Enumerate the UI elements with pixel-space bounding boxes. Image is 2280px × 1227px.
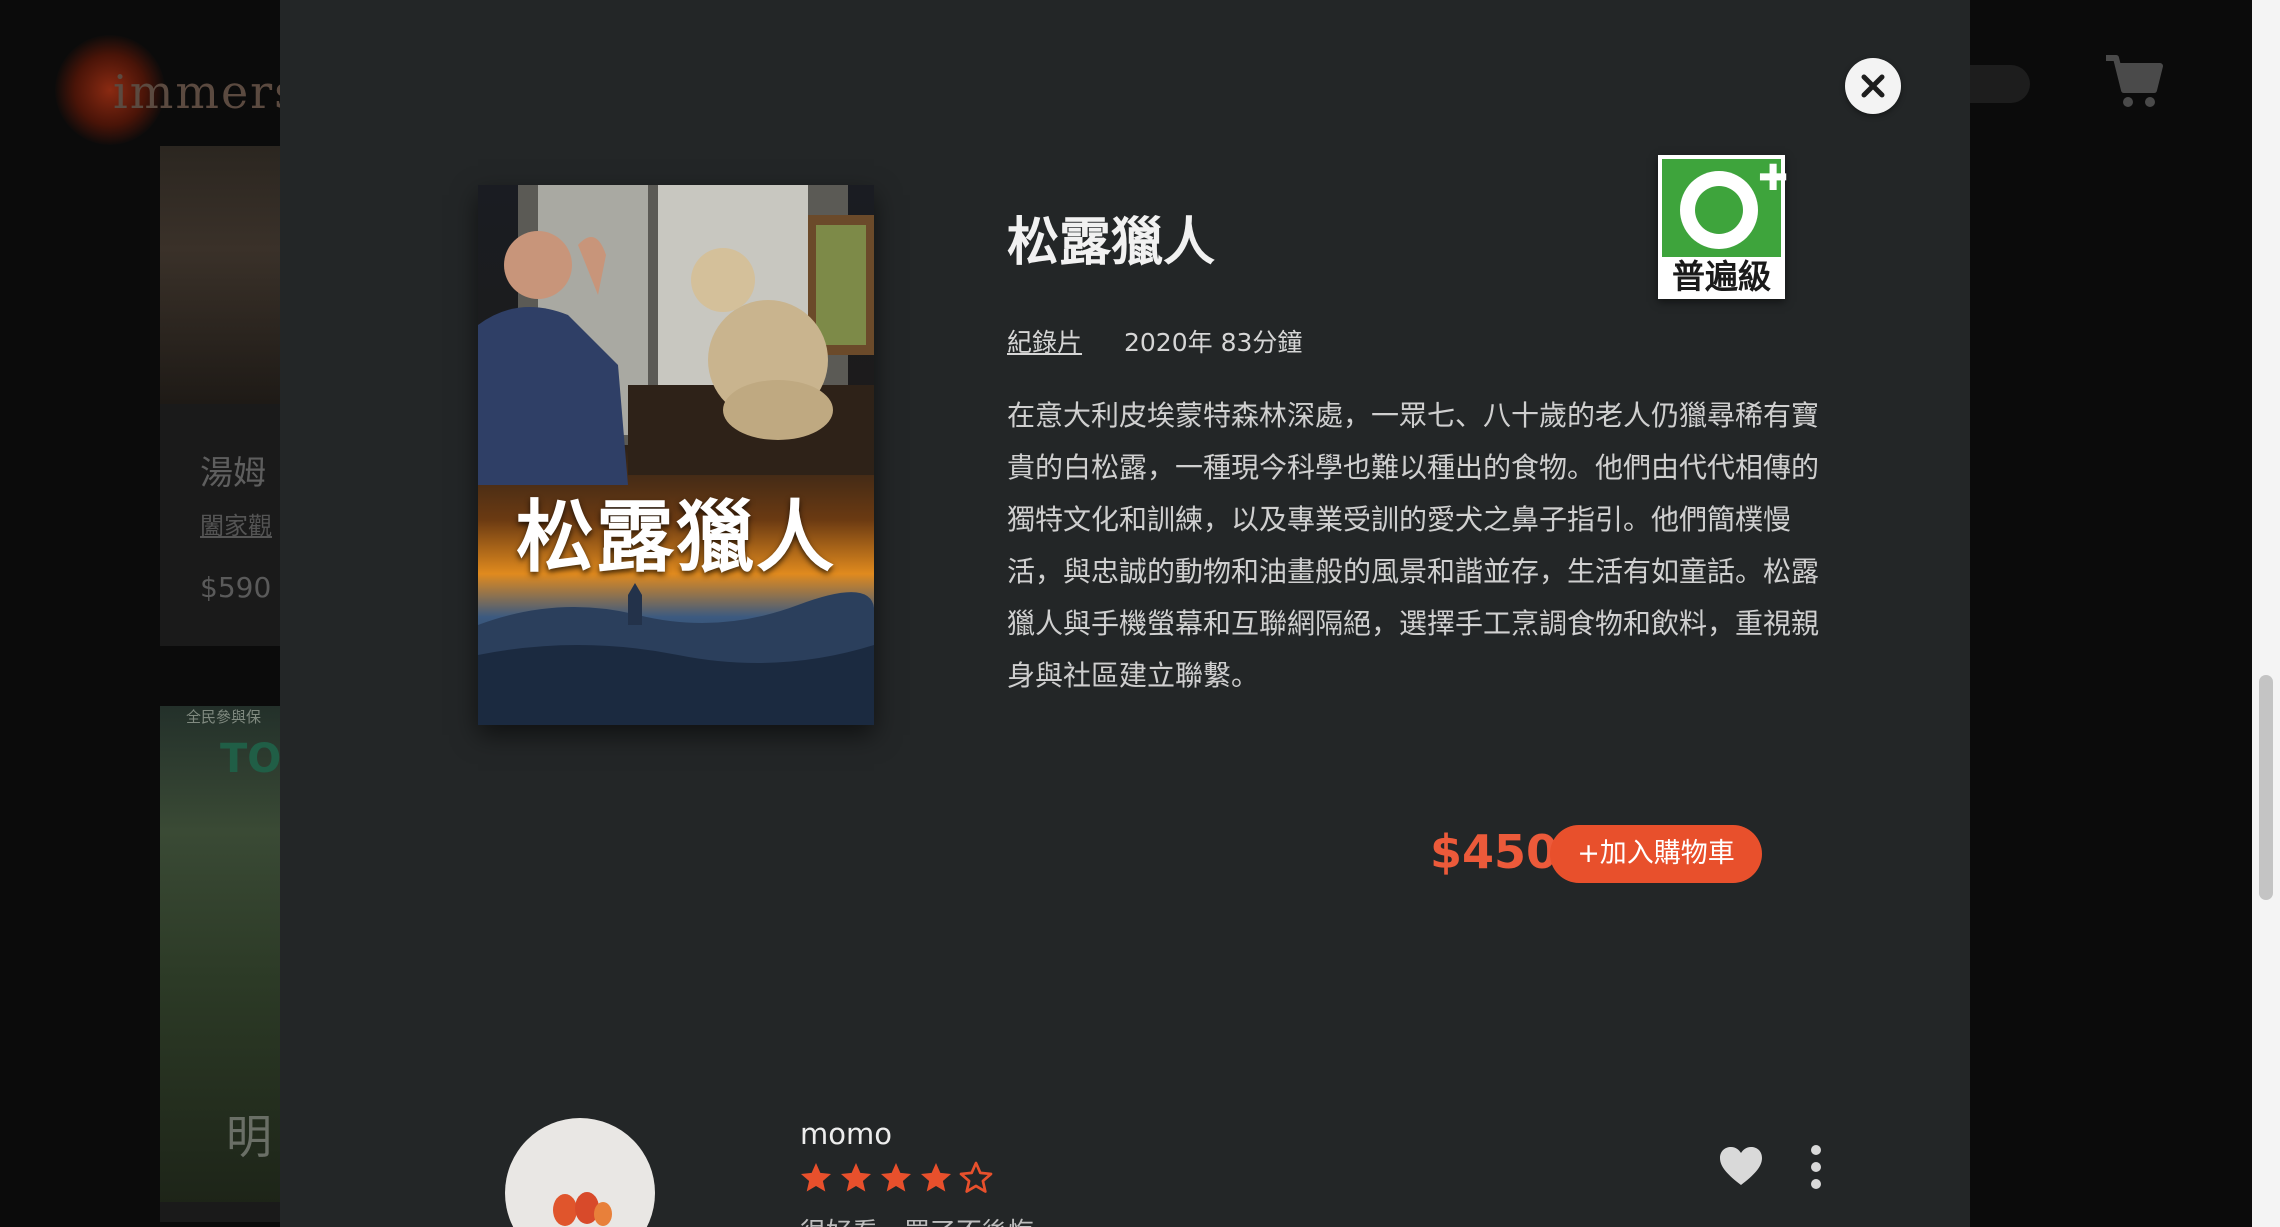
poster-title: 松露獵人 <box>515 492 836 583</box>
star-filled-icon <box>918 1160 954 1196</box>
review-stars <box>798 1160 994 1196</box>
movie-description: 在意大利皮埃蒙特森林深處，一眾七、八十歲的老人仍獵尋稀有寶貴的白松露，一種現今科… <box>1007 399 1820 692</box>
scrollbar-thumb[interactable] <box>2259 675 2273 900</box>
rating-label: 普遍級 <box>1672 257 1771 296</box>
close-icon <box>1861 74 1885 98</box>
star-empty-icon <box>958 1160 994 1196</box>
rating-badge: ✚ 普遍級 <box>1658 155 1788 299</box>
card-footer <box>160 1202 280 1222</box>
add-to-cart-button[interactable]: +加入購物車 <box>1550 825 1762 883</box>
poster-title-fragment: TO <box>220 736 282 782</box>
product-price: $590 <box>200 571 272 604</box>
avatar-flower-image <box>553 1192 612 1226</box>
movie-title: 松露獵人 <box>1007 213 1216 273</box>
close-button[interactable] <box>1845 58 1901 114</box>
review-text: 很好看，買了不後悔 <box>800 1212 1034 1227</box>
product-genre-link[interactable]: 闔家觀 <box>200 506 272 541</box>
page-scrollbar[interactable] <box>2252 0 2280 1227</box>
reviewer-name: momo <box>800 1117 892 1151</box>
poster-tag: 全民參與保 <box>186 708 262 726</box>
product-title: 湯姆 <box>200 453 266 492</box>
more-options-icon[interactable] <box>1804 1144 1828 1190</box>
movie-poster: 松露獵人 <box>478 185 874 725</box>
site-logo[interactable]: immerse <box>55 35 327 155</box>
heart-icon[interactable] <box>1718 1145 1764 1187</box>
genre-link[interactable]: 紀錄片 <box>1007 323 1082 359</box>
year-duration: 2020年 83分鐘 <box>1124 328 1303 357</box>
poster-image <box>478 185 874 725</box>
cart-icon[interactable] <box>2104 52 2164 110</box>
product-card-2[interactable]: 全民參與保 TO 明 <box>160 706 282 1222</box>
star-filled-icon <box>798 1160 834 1196</box>
poster-caption: 明 <box>226 1110 272 1164</box>
star-filled-icon <box>838 1160 874 1196</box>
star-filled-icon <box>878 1160 914 1196</box>
price: $450 <box>1430 825 1559 879</box>
rating-badge-icon: ✚ <box>1662 159 1788 257</box>
